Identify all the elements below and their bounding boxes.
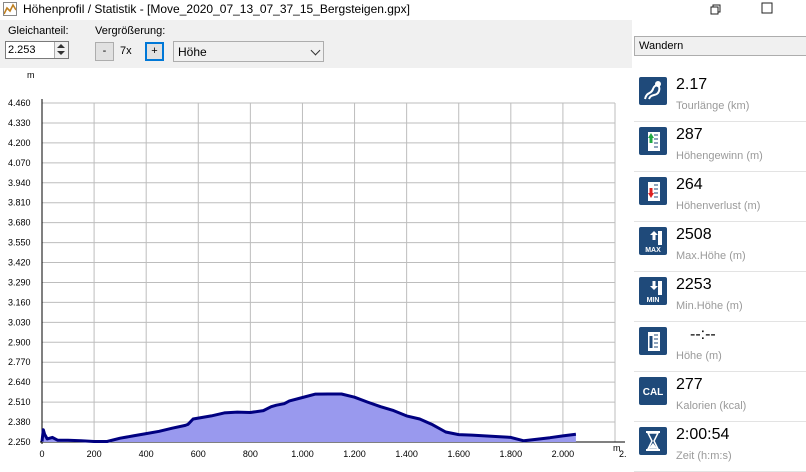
stat-value: 2253	[676, 276, 712, 293]
stat-value: --:--	[690, 326, 716, 343]
x-tick-label: 1.400	[395, 449, 418, 459]
toolbar: Gleichanteil: 2.253 Vergrößerung: - 7x +…	[0, 20, 632, 68]
divider	[634, 171, 806, 172]
zoom-label: Vergrößerung:	[95, 25, 166, 37]
y-tick-label: 2.510	[8, 397, 31, 407]
stat-row: --:-- Höhe (m)	[632, 323, 806, 372]
maximize-icon[interactable]	[752, 0, 782, 20]
stat-label: Max.Höhe (m)	[676, 250, 746, 262]
stat-row: 287 Höhengewinn (m)	[632, 123, 806, 172]
y-tick-label: 4.330	[8, 118, 31, 128]
offset-label: Gleichanteil:	[8, 25, 69, 37]
elevation-chart-svg: 4.460 4.330 4.200 4.070 3.940 3.810 3.680 3.550…	[8, 70, 627, 459]
spin-up-icon[interactable]	[57, 44, 65, 48]
y-tick-label: 3.940	[8, 178, 31, 188]
zoom-value: 7x	[120, 45, 132, 57]
spin-down-icon[interactable]	[57, 51, 65, 55]
x-tick-label: 800	[243, 449, 258, 459]
stats-panel: Wandern 2.17 Tourlänge (km) 287 Höhengewinn…	[632, 20, 806, 472]
offset-value[interactable]: 2.253	[8, 44, 36, 56]
min-altitude-icon: MIN	[639, 277, 667, 305]
y-tick-label: 2.250	[8, 437, 31, 447]
spinner-arrows[interactable]	[54, 42, 68, 58]
x-tick-label: 1.000	[291, 449, 314, 459]
y-axis-unit: m	[27, 70, 35, 80]
x-tick-label: 0	[39, 449, 44, 459]
stat-value: 277	[676, 376, 703, 393]
zoom-out-button[interactable]: -	[95, 42, 114, 61]
stat-value: 2.17	[676, 76, 708, 93]
stat-label: Kalorien (kcal)	[676, 400, 747, 412]
y-tick-label: 2.770	[8, 357, 31, 367]
restore-icon[interactable]	[700, 0, 730, 20]
divider	[634, 271, 806, 272]
zoom-in-button[interactable]: +	[145, 42, 164, 61]
divider	[634, 371, 806, 372]
title-bar: Höhenprofil / Statistik - [Move_2020_07_…	[0, 0, 806, 20]
activity-select-value: Wandern	[639, 40, 684, 52]
x-tick-label: 600	[191, 449, 206, 459]
stat-label: Min.Höhe (m)	[676, 300, 743, 312]
x-tick-label: 2.000	[552, 449, 575, 459]
svg-text:CAL: CAL	[643, 387, 664, 398]
y-tick-label: 3.810	[8, 198, 31, 208]
stat-value: 2:00:54	[676, 426, 730, 443]
stat-label: Höhe (m)	[676, 350, 722, 362]
x-tick-label: 1.600	[447, 449, 470, 459]
stat-label: Tourlänge (km)	[676, 100, 750, 112]
divider	[634, 121, 806, 122]
stat-row: 264 Höhenverlust (m)	[632, 173, 806, 222]
calories-icon: CAL	[639, 377, 667, 405]
elevation-chart: 4.460 4.330 4.200 4.070 3.940 3.810 3.680 3.550…	[0, 68, 632, 467]
activity-select[interactable]: Wandern	[634, 36, 806, 56]
x-axis-unit: m	[613, 443, 621, 453]
elevation-gain-icon	[639, 127, 667, 155]
stat-label: Zeit (h:m:s)	[676, 450, 732, 462]
elevation-loss-icon	[639, 177, 667, 205]
divider	[634, 221, 806, 222]
hourglass-icon	[639, 427, 667, 455]
y-tick-label: 4.460	[8, 98, 31, 108]
stat-row: 2:00:54 Zeit (h:m:s)	[632, 423, 806, 472]
profile-select[interactable]: Höhe	[173, 41, 324, 62]
y-tick-label: 3.160	[8, 297, 31, 307]
app-icon	[3, 2, 17, 16]
y-tick-label: 2.380	[8, 417, 31, 427]
stat-label: Höhenverlust (m)	[676, 200, 761, 212]
stat-row: MAX 2508 Max.Höhe (m)	[632, 223, 806, 272]
divider	[634, 421, 806, 422]
chevron-down-icon	[310, 45, 321, 56]
y-tick-label: 3.550	[8, 238, 31, 248]
stat-value: 264	[676, 176, 703, 193]
x-tick-label: 400	[139, 449, 154, 459]
y-tick-label: 3.420	[8, 258, 31, 268]
x-tick-label: 200	[87, 449, 102, 459]
max-altitude-icon: MAX	[639, 227, 667, 255]
x-tick-label: 1.800	[500, 449, 523, 459]
y-tick-label: 3.030	[8, 317, 31, 327]
y-tick-label: 4.200	[8, 138, 31, 148]
hiker-icon	[639, 77, 667, 105]
y-tick-label: 3.680	[8, 218, 31, 228]
offset-spinner[interactable]: 2.253	[5, 41, 69, 59]
y-tick-label: 2.900	[8, 337, 31, 347]
stat-row: 2.17 Tourlänge (km)	[632, 73, 806, 122]
y-tick-label: 4.070	[8, 158, 31, 168]
altitude-icon	[639, 327, 667, 355]
svg-text:MIN: MIN	[647, 297, 660, 304]
svg-text:MAX: MAX	[645, 247, 661, 254]
y-tick-label: 2.640	[8, 377, 31, 387]
elevation-area	[42, 394, 576, 442]
y-tick-label: 3.290	[8, 277, 31, 287]
x-tick-label: 1.200	[343, 449, 366, 459]
stat-row: MIN 2253 Min.Höhe (m)	[632, 273, 806, 322]
stat-row: CAL 277 Kalorien (kcal)	[632, 373, 806, 422]
stat-label: Höhengewinn (m)	[676, 150, 763, 162]
divider	[634, 321, 806, 322]
window-title: Höhenprofil / Statistik - [Move_2020_07_…	[23, 2, 410, 16]
stat-value: 287	[676, 126, 703, 143]
profile-select-value: Höhe	[178, 45, 207, 59]
stat-value: 2508	[676, 226, 712, 243]
